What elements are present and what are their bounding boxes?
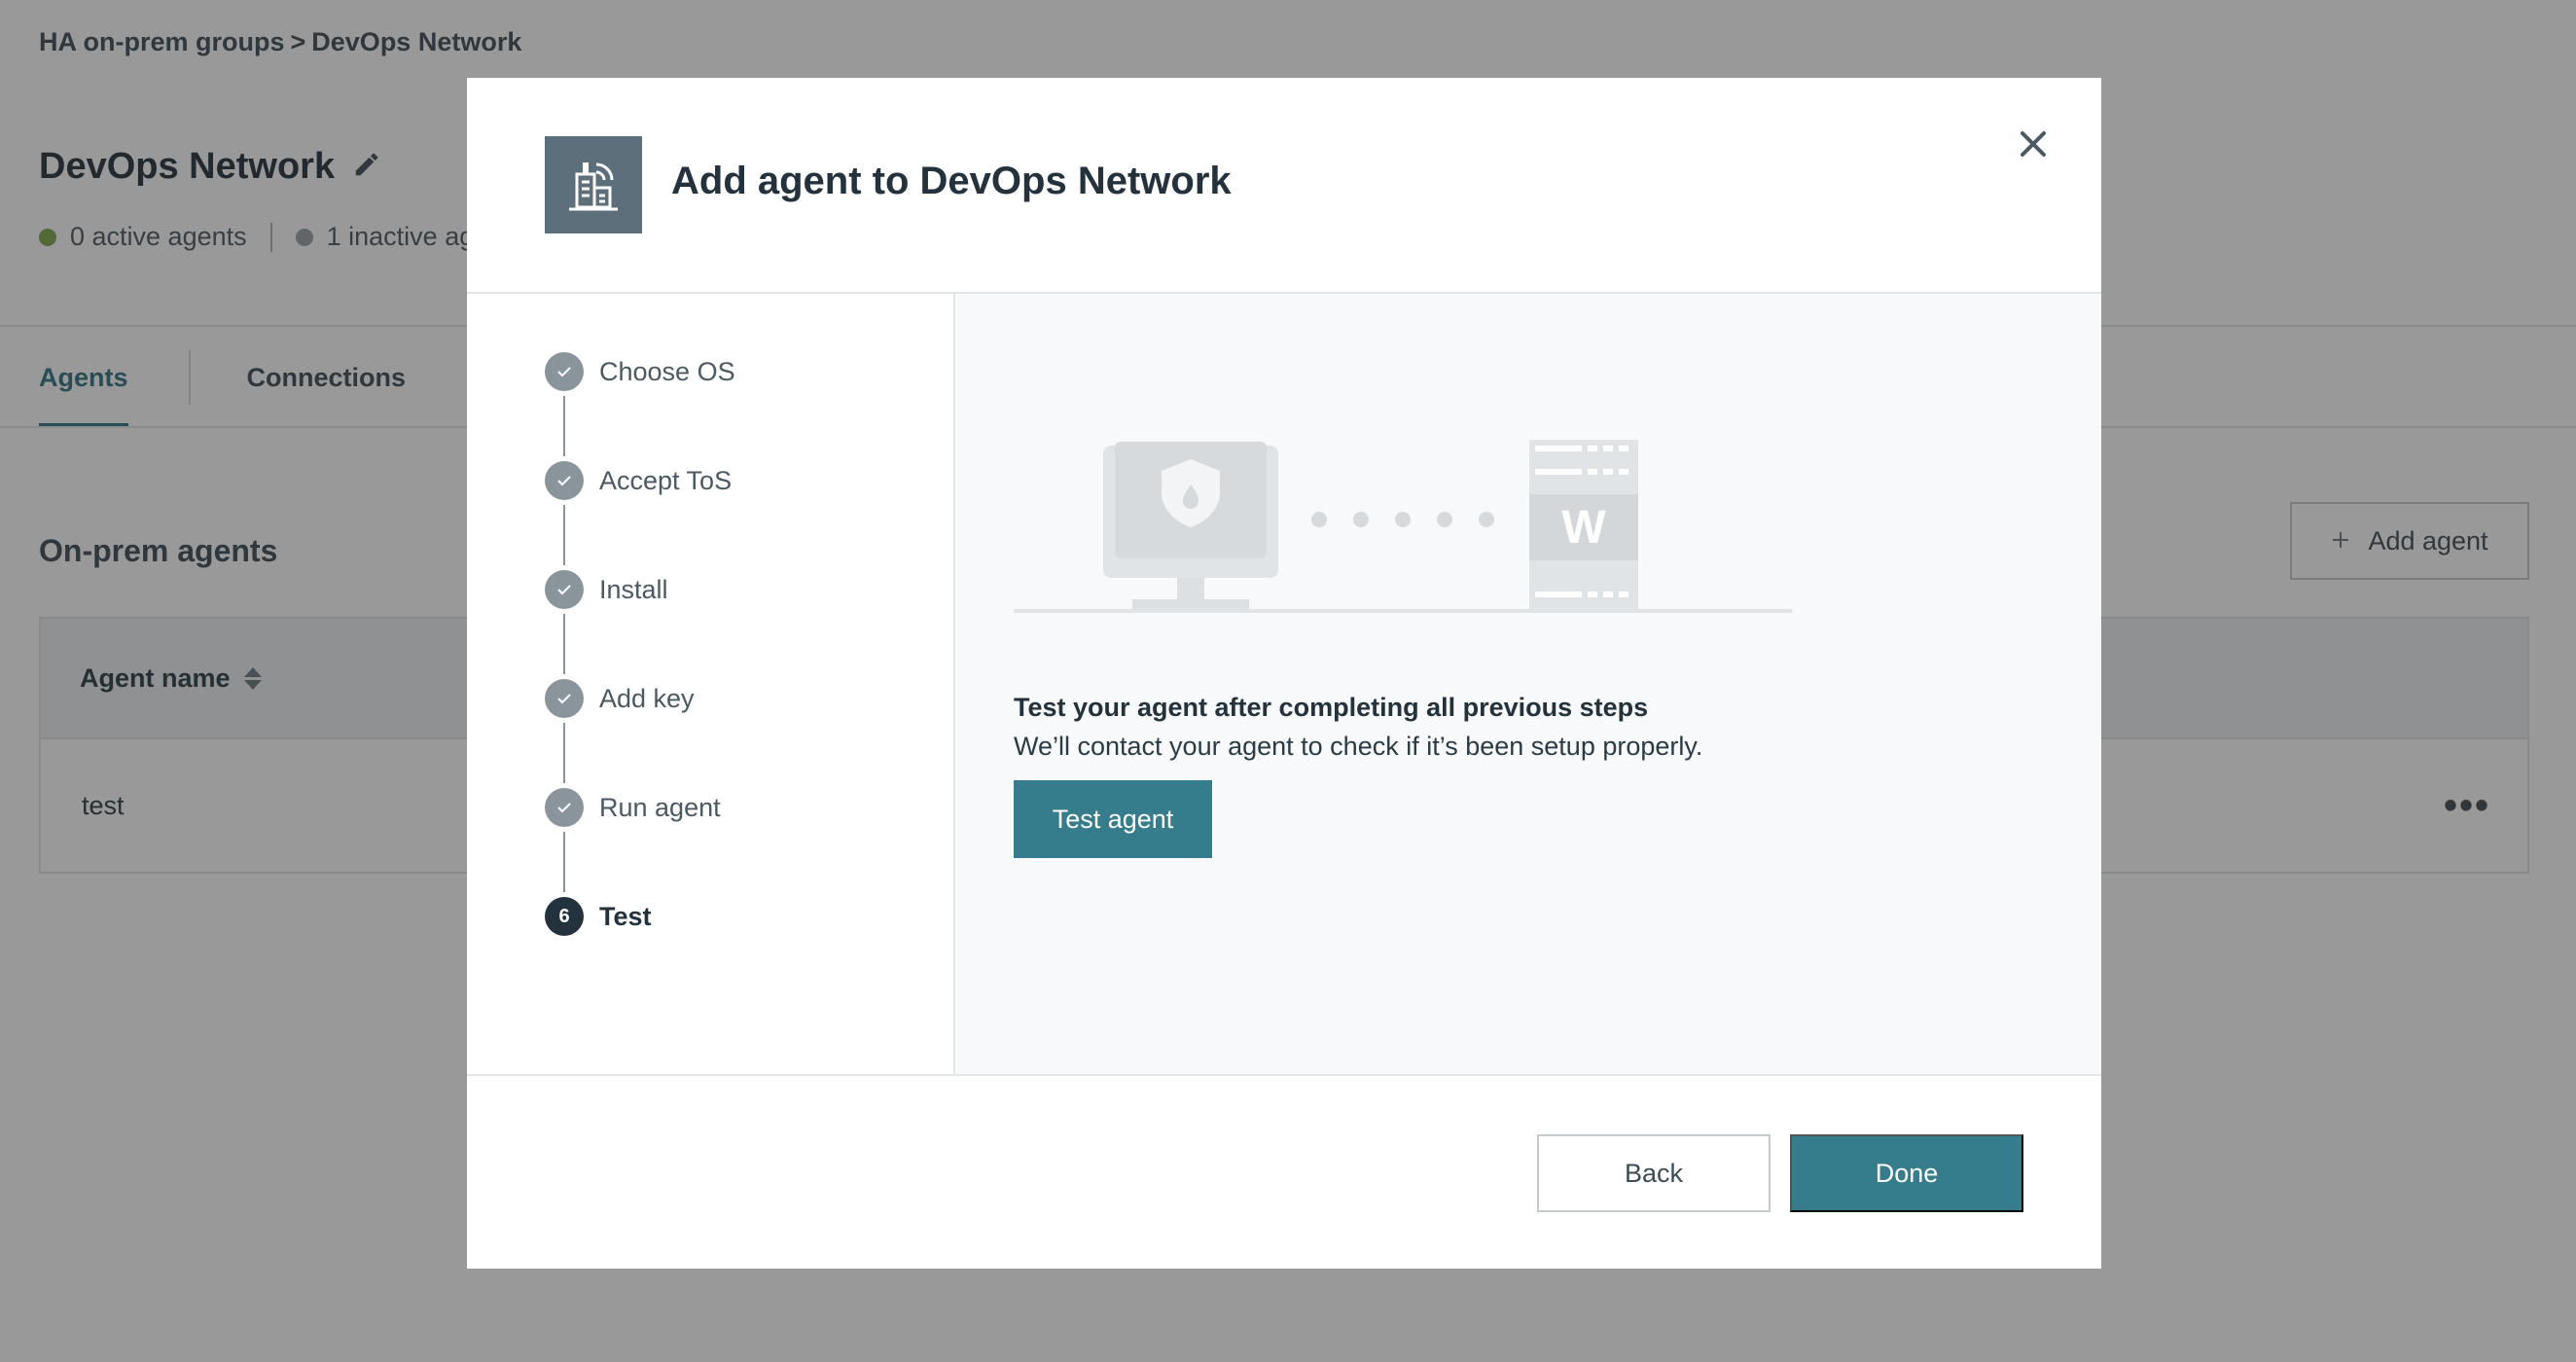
modal-footer: Back Done: [467, 1074, 2101, 1269]
on-prem-building-icon: [545, 136, 642, 233]
step-label: Choose OS: [599, 356, 735, 386]
step-connector: [563, 832, 565, 892]
step-check-icon: [545, 461, 584, 500]
step-check-icon: [545, 679, 584, 718]
wizard-steps: Choose OS Accept ToS Install Add key Run…: [467, 294, 955, 1074]
step-accept-tos[interactable]: Accept ToS: [545, 461, 953, 500]
step-connector: [563, 396, 565, 456]
done-button[interactable]: Done: [1790, 1134, 2023, 1212]
connection-dots: [1311, 512, 1494, 527]
modal-title: Add agent to DevOps Network: [671, 160, 1232, 202]
step-run-agent[interactable]: Run agent: [545, 788, 953, 827]
step-check-icon: [545, 570, 584, 609]
step-number-badge: 6: [545, 897, 584, 936]
step-label: Run agent: [599, 792, 721, 822]
step-label: Install: [599, 574, 668, 604]
step-label: Add key: [599, 683, 695, 713]
close-icon[interactable]: [2008, 119, 2058, 169]
back-button[interactable]: Back: [1537, 1134, 1771, 1212]
step-install[interactable]: Install: [545, 570, 953, 609]
step-choose-os[interactable]: Choose OS: [545, 352, 953, 391]
svg-text:W: W: [1561, 502, 1606, 554]
server-icon: W: [1529, 440, 1638, 611]
step-connector: [563, 614, 565, 674]
step-connector: [563, 723, 565, 783]
modal-body: Choose OS Accept ToS Install Add key Run…: [467, 294, 2101, 1074]
step-check-icon: [545, 788, 584, 827]
step-content: W Test your agent after completing all p…: [955, 294, 2101, 1074]
step-label: Accept ToS: [599, 465, 733, 495]
test-heading: Test your agent after completing all pre…: [1014, 693, 1649, 722]
step-label: Test: [599, 901, 652, 931]
step-check-icon: [545, 352, 584, 391]
step-connector: [563, 505, 565, 565]
test-agent-button[interactable]: Test agent: [1014, 780, 1212, 858]
step-test[interactable]: 6 Test: [545, 897, 953, 936]
step-add-key[interactable]: Add key: [545, 679, 953, 718]
computer-shield-icon: [1103, 442, 1278, 611]
agent-connection-illustration: W: [1014, 440, 1792, 613]
add-agent-modal: Add agent to DevOps Network Choose OS Ac…: [467, 78, 2101, 1269]
test-description: We’ll contact your agent to check if it’…: [1014, 732, 1703, 761]
modal-header: Add agent to DevOps Network: [467, 78, 2101, 294]
